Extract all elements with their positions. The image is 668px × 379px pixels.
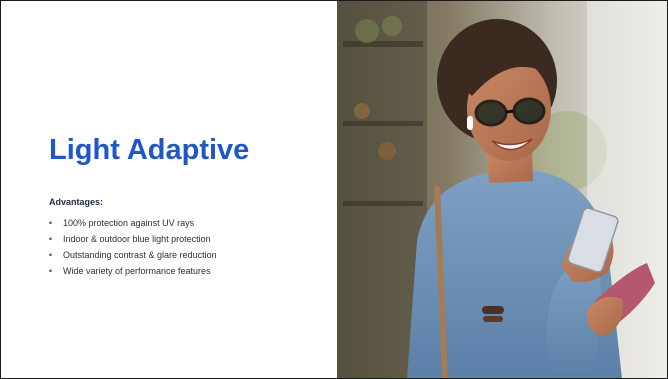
advantage-text: Wide variety of performance features bbox=[63, 266, 211, 276]
text-panel: Light Adaptive Advantages: • 100% protec… bbox=[1, 1, 337, 378]
slide: Light Adaptive Advantages: • 100% protec… bbox=[0, 0, 668, 379]
advantage-text: Indoor & outdoor blue light protection bbox=[63, 234, 211, 244]
list-item: • 100% protection against UV rays bbox=[49, 215, 217, 231]
advantages-heading: Advantages: bbox=[49, 197, 104, 207]
list-item: • Wide variety of performance features bbox=[49, 263, 217, 279]
list-item: • Indoor & outdoor blue light protection bbox=[49, 231, 217, 247]
bullet-icon: • bbox=[49, 218, 53, 228]
advantages-list: • 100% protection against UV rays • Indo… bbox=[49, 215, 217, 279]
bullet-icon: • bbox=[49, 250, 53, 260]
bullet-icon: • bbox=[49, 266, 53, 276]
advantage-text: 100% protection against UV rays bbox=[63, 218, 195, 228]
advantage-text: Outstanding contrast & glare reduction bbox=[63, 250, 217, 260]
list-item: • Outstanding contrast & glare reduction bbox=[49, 247, 217, 263]
photo-illustration bbox=[337, 1, 667, 378]
hero-photo bbox=[337, 1, 667, 378]
bullet-icon: • bbox=[49, 234, 53, 244]
slide-title: Light Adaptive bbox=[49, 134, 250, 166]
